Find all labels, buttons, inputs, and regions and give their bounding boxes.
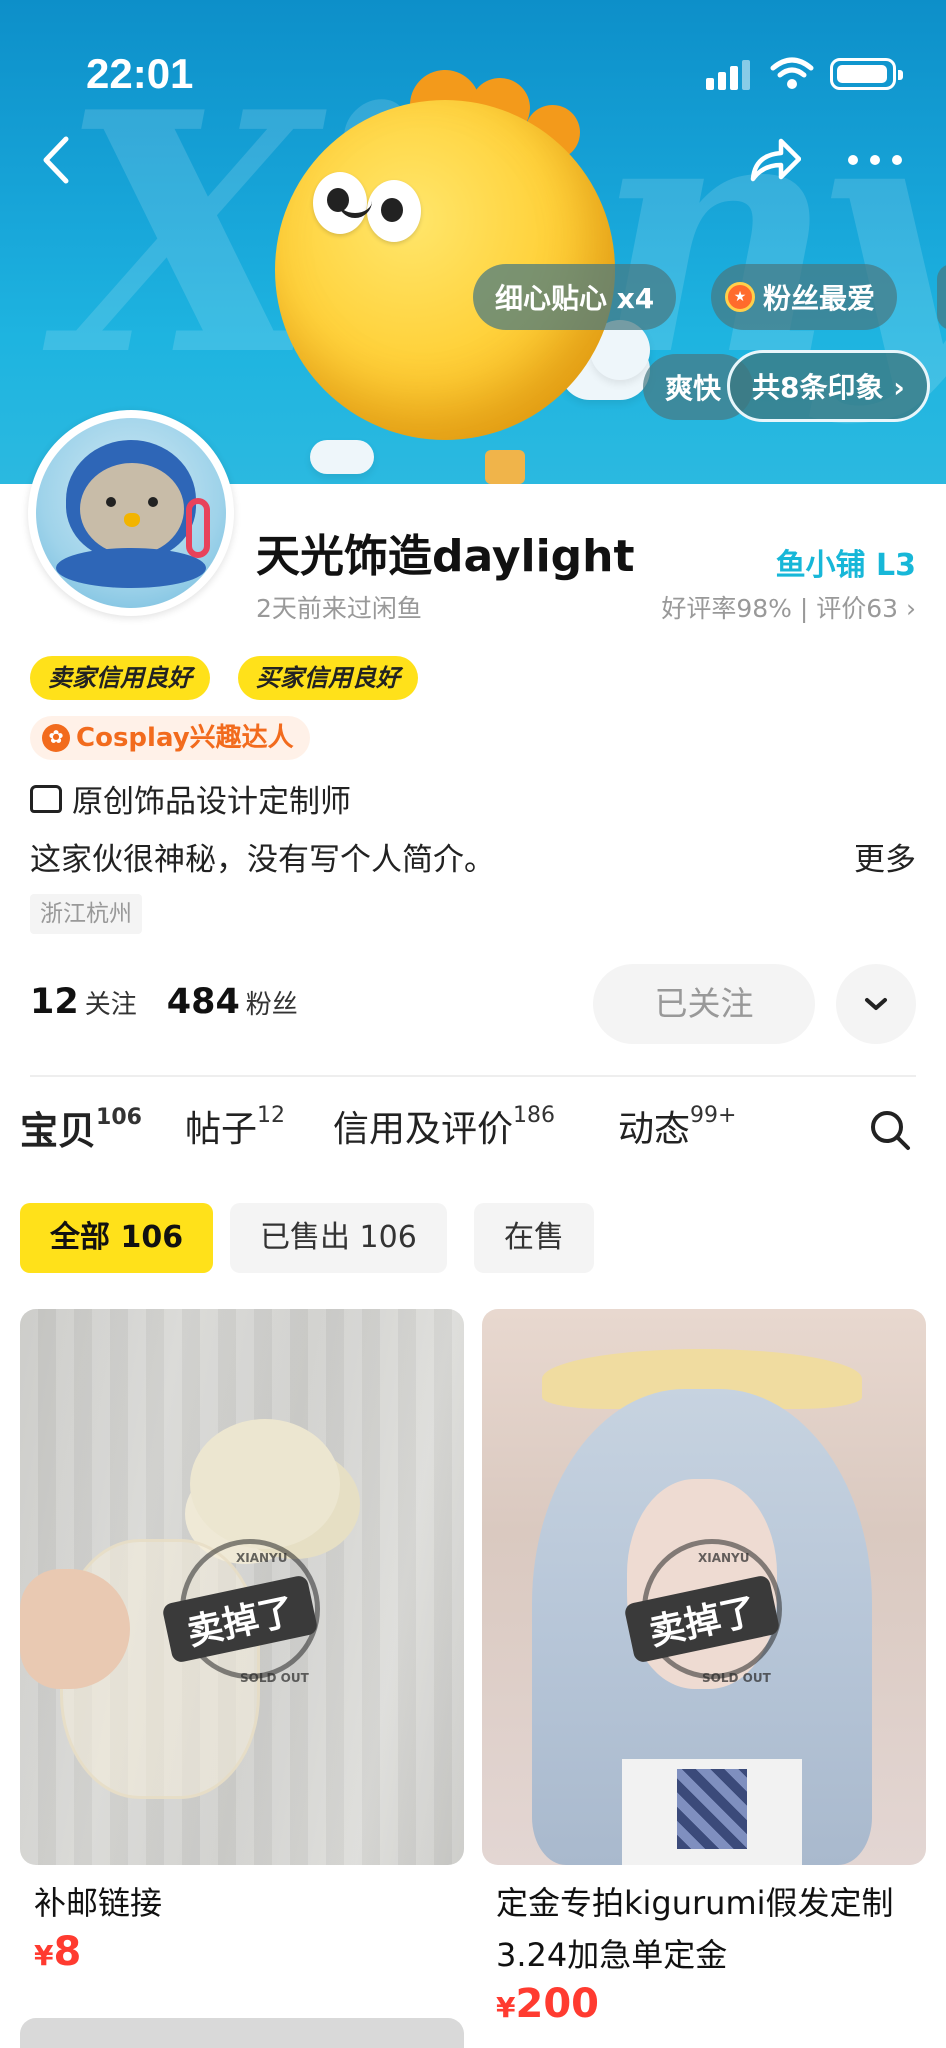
rating-summary-link[interactable]: 好评率98% | 评价63 › [661, 589, 916, 625]
chevron-left-icon [43, 136, 69, 184]
bio-text: 这家伙很神秘，没有写个人简介。 [30, 842, 495, 878]
tab-count: 12 [257, 1103, 286, 1128]
chevron-down-icon [865, 998, 887, 1010]
item-price: ¥200 [482, 1981, 926, 2027]
battery-icon [830, 58, 903, 90]
username: 天光饰造daylight [256, 531, 635, 582]
wifi-icon [770, 57, 814, 89]
item-image[interactable]: XIANYU 卖掉了 SOLD OUT [20, 1309, 464, 1865]
stamp-bottom-text: SOLD OUT [702, 1671, 771, 1685]
share-button[interactable] [745, 132, 805, 188]
price-currency: ¥ [34, 1939, 54, 1972]
section-divider [30, 1075, 916, 1077]
item-title[interactable]: 补邮链接 [20, 1877, 464, 1929]
tab-label: 信用及评价 [333, 1109, 514, 1150]
tab-count: 186 [513, 1103, 556, 1128]
store-icon [30, 784, 62, 813]
location-tag: 浙江杭州 [30, 894, 142, 934]
filter-sold[interactable]: 已售出 106 [230, 1203, 447, 1273]
follow-dropdown-button[interactable] [836, 964, 916, 1044]
sold-out-stamp: XIANYU 卖掉了 SOLD OUT [602, 1539, 802, 1685]
more-options-button[interactable] [840, 140, 910, 180]
last-seen-text: 2天前来过闲鱼 [256, 594, 422, 623]
bio-more-link[interactable]: 更多 [854, 834, 916, 879]
item-price: ¥8 [20, 1929, 464, 1975]
avatar[interactable] [28, 410, 234, 616]
item-image[interactable]: XIANYU 卖掉了 SOLD OUT [482, 1309, 926, 1865]
tab-count: 106 [96, 1105, 142, 1131]
tab-label: 帖子 [185, 1109, 258, 1150]
status-time: 22:01 [86, 50, 194, 97]
item-card[interactable]: XIANYU 卖掉了 SOLD OUT 定金专拍kigurumi假发定制3.24… [482, 1309, 926, 2027]
search-icon[interactable] [868, 1108, 912, 1152]
following-count[interactable]: 12 [30, 982, 79, 1022]
stamp-top-text: XIANYU [236, 1551, 288, 1565]
share-icon [750, 138, 801, 182]
followed-button[interactable]: 已关注 [593, 964, 815, 1044]
price-currency: ¥ [496, 1991, 516, 2024]
star-icon: ✿ [42, 724, 70, 752]
tab-posts[interactable]: 帖子12 [185, 1100, 285, 1152]
stamp-top-text: XIANYU [698, 1551, 750, 1565]
designer-text: 原创饰品设计定制师 [72, 784, 351, 820]
impression-chip-partial[interactable] [937, 264, 946, 330]
all-impressions-button[interactable]: 共8条印象 › [727, 350, 930, 422]
filter-all[interactable]: 全部 106 [20, 1203, 214, 1273]
next-item-card-peek[interactable] [20, 2018, 464, 2048]
signal-icon [706, 60, 754, 90]
status-bar: 22:01 [0, 0, 946, 150]
tab-label: 宝贝 [20, 1109, 97, 1153]
more-dots-icon [848, 155, 902, 165]
followers-label[interactable]: 粉丝 [246, 990, 298, 1020]
filter-on-sale[interactable]: 在售 [474, 1203, 594, 1273]
profile-tabs: 宝贝106 帖子12 信用及评价186 动态99+ [20, 1100, 926, 1170]
follow-stats: 12 关注 484 粉丝 [30, 982, 328, 1022]
tab-label: 动态 [618, 1109, 691, 1150]
back-button[interactable] [30, 130, 80, 190]
interest-badge[interactable]: ✿ Cosplay兴趣达人 [30, 716, 310, 760]
shop-level-badge[interactable]: 鱼小铺 L3 [776, 540, 916, 584]
tab-count: 99+ [690, 1103, 737, 1128]
stamp-bottom-text: SOLD OUT [240, 1671, 309, 1685]
followers-count[interactable]: 484 [167, 982, 240, 1022]
seller-credit-badge[interactable]: 卖家信用良好 [30, 656, 210, 700]
item-title[interactable]: 定金专拍kigurumi假发定制3.24加急单定金 [482, 1877, 926, 1981]
price-value: 8 [53, 1929, 82, 1975]
tab-activity[interactable]: 动态99+ [618, 1100, 736, 1152]
impression-chip-label: 爽快 [665, 372, 722, 405]
impression-chip[interactable]: 细心贴心 x4 [473, 264, 677, 330]
all-impressions-label: 共8条印象 › [752, 371, 905, 404]
tab-credit-reviews[interactable]: 信用及评价186 [333, 1100, 555, 1152]
cloud-decoration [310, 440, 374, 474]
sold-out-stamp: XIANYU 卖掉了 SOLD OUT [140, 1539, 340, 1685]
following-label[interactable]: 关注 [85, 990, 137, 1020]
impression-chip[interactable]: ★ 粉丝最爱 [711, 264, 898, 330]
medal-icon: ★ [725, 282, 755, 312]
impression-chip-label: 细心贴心 x4 [495, 282, 655, 315]
designer-tag: 原创饰品设计定制师 [30, 776, 351, 821]
impression-chip-label: 粉丝最爱 [763, 282, 876, 315]
interest-badge-label: Cosplay兴趣达人 [76, 723, 294, 753]
tab-items[interactable]: 宝贝106 [20, 1100, 142, 1155]
item-card[interactable]: XIANYU 卖掉了 SOLD OUT 补邮链接 ¥8 [20, 1309, 464, 1975]
buyer-credit-badge[interactable]: 买家信用良好 [238, 656, 418, 700]
price-value: 200 [515, 1981, 599, 2027]
